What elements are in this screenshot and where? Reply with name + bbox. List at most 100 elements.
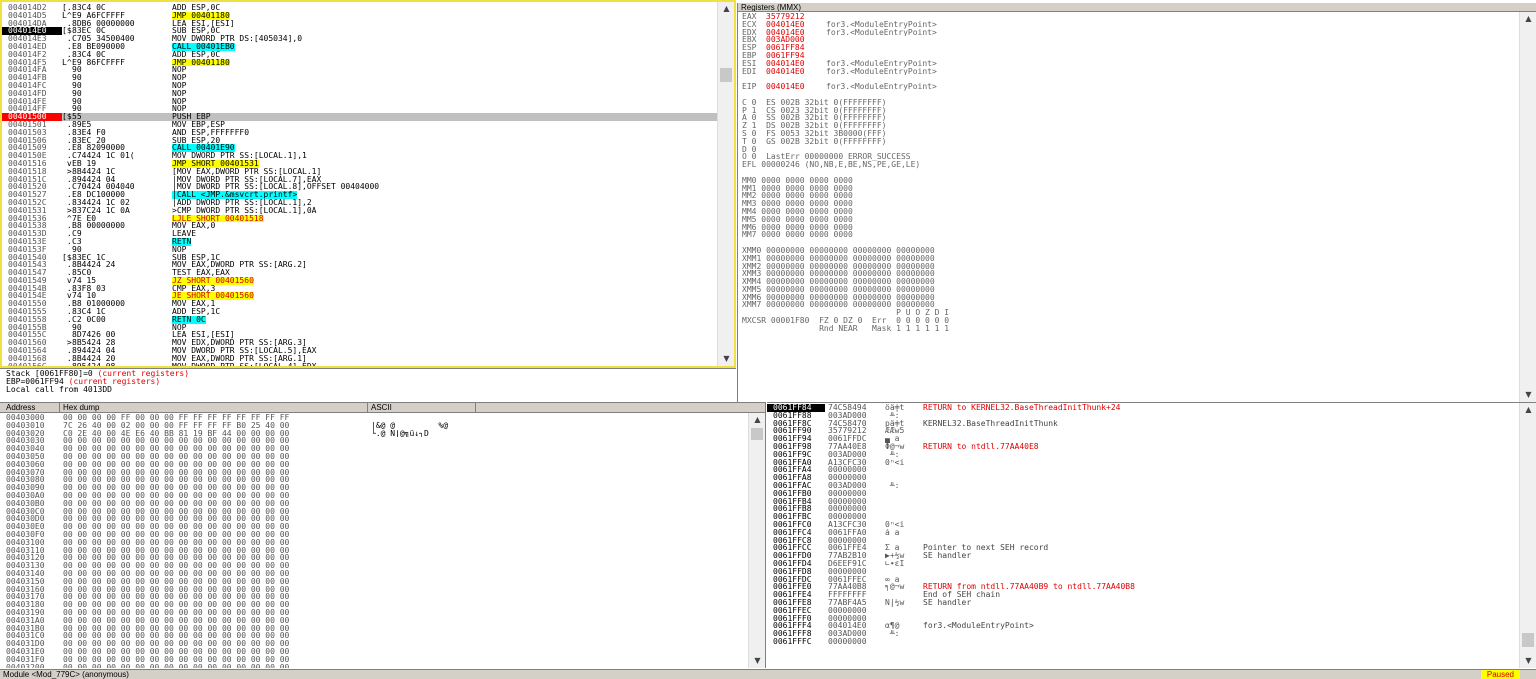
disasm-address[interactable]: 004014FD — [2, 90, 62, 98]
disasm-row[interactable]: 00401550 . B8 01000000 MOV EAX,1 — [2, 300, 717, 308]
disasm-address[interactable]: 004014E0 — [2, 27, 62, 36]
register-flag-row[interactable] — [742, 169, 1532, 177]
stack-value[interactable]: 77ABF4A5 — [825, 599, 885, 607]
register-row[interactable]: EDI 004014E0 for3.<ModuleEntryPoint> — [742, 68, 1532, 76]
dump-row[interactable]: 004030A0 00 00 00 00 00 00 00 00 00 00 00… — [0, 492, 748, 500]
stack-address[interactable]: 0061FF9C — [767, 451, 825, 459]
disasm-row[interactable]: 004014F5 L^ E9 86FCFFFF JMP 00401180 — [2, 58, 717, 67]
disasm-instruction-cell[interactable]: MOV EAX,1 — [172, 300, 717, 308]
scroll-up-icon[interactable]: ▲ — [749, 413, 765, 427]
dump-row[interactable]: 00403140 00 00 00 00 00 00 00 00 00 00 00… — [0, 570, 748, 578]
dump-ascii[interactable] — [368, 570, 371, 578]
disasm-row[interactable]: 0040150E . C74424 1C 01(MOV DWORD PTR SS:… — [2, 152, 717, 160]
register-flag-row[interactable]: C 0 ES 002B 32bit 0(FFFFFFFF) — [742, 99, 1532, 107]
disasm-instruction-cell[interactable]: PUSH EBP — [172, 113, 717, 121]
dump-address[interactable]: 00403120 — [0, 554, 60, 562]
disasm-instruction-cell[interactable]: LEA ESI,[ESI] — [172, 20, 717, 28]
disasm-address[interactable]: 00401509 — [2, 144, 62, 152]
dump-hex[interactable]: 00 00 00 00 00 00 00 00 00 00 00 00 00 0… — [60, 500, 368, 508]
disasm-instruction[interactable]: MOV DWORD PTR SS:[LOCAL.5],EAX — [172, 347, 317, 355]
dump-row[interactable]: 00403080 00 00 00 00 00 00 00 00 00 00 00… — [0, 476, 748, 484]
dump-address[interactable]: 004030A0 — [0, 492, 60, 500]
disasm-row[interactable]: 004014E0 [$ 83EC 0C SUB ESP,0C — [2, 27, 717, 36]
register-flag-row[interactable]: O 0 LastErr 00000000 ERROR_SUCCESS — [742, 153, 1532, 161]
register-row[interactable] — [742, 91, 1532, 99]
disasm-row[interactable]: 004014E3 . C705 34500400 MOV DWORD PTR DS:… — [2, 35, 717, 43]
dump-row[interactable]: 004030E0 00 00 00 00 00 00 00 00 00 00 00… — [0, 523, 748, 531]
dump-row[interactable]: 00403000 00 00 00 00 FF 00 00 00 FF FF FF… — [0, 414, 748, 422]
stack-value[interactable]: 00000000 — [825, 638, 885, 646]
dump-ascii[interactable] — [368, 437, 371, 445]
disasm-instruction-cell[interactable]: NOP — [172, 82, 717, 90]
dump-hex[interactable]: 00 00 00 00 00 00 00 00 00 00 00 00 00 0… — [60, 656, 368, 664]
dump-ascii[interactable] — [368, 476, 371, 484]
disasm-row[interactable]: 0040154E v 74 10 JE SHORT 00401560 — [2, 292, 717, 301]
disasm-row[interactable]: 0040153F 90 NOP — [2, 246, 717, 254]
stack-value[interactable]: 00000000 — [825, 466, 885, 474]
disasm-row[interactable]: 00401516 v EB 19 JMP SHORT 00401531 — [2, 159, 717, 168]
stack-value[interactable]: 35779212 — [825, 427, 885, 435]
disasm-row[interactable]: 00401500 [$ 55 PUSH EBP — [2, 113, 717, 121]
dump-address[interactable]: 004030F0 — [0, 531, 60, 539]
disasm-address[interactable]: 00401516 — [2, 160, 62, 168]
disasm-row[interactable]: 0040151C . 894424 04 |MOV DWORD PTR SS:[LO… — [2, 176, 717, 184]
dump-hex[interactable]: C0 2E 40 00 4E E6 40 BB 81 19 BF 44 00 0… — [60, 430, 368, 438]
disasm-instruction[interactable]: NOP — [172, 90, 186, 98]
disasm-instruction-cell[interactable]: MOV EAX,DWORD PTR SS:[ARG.1] — [172, 355, 717, 363]
stack-value[interactable]: 00000000 — [825, 490, 885, 498]
stack-row[interactable]: 0061FFA4 00000000 — [767, 466, 1519, 474]
dump-hex[interactable]: 00 00 00 00 00 00 00 00 00 00 00 00 00 0… — [60, 469, 368, 477]
stack-row[interactable]: 0061FF94 0061FFDC ▄ a — [767, 435, 1519, 443]
stack-row[interactable]: 0061FF84 74C58494 öä╪t RETURN to KERNEL32.B… — [767, 404, 1519, 412]
disasm-instruction-cell[interactable]: [MOV EAX,DWORD PTR SS:[LOCAL.1] — [172, 168, 717, 176]
disasm-row[interactable]: 0040152C . 834424 1C 02 |ADD DWORD PTR SS:… — [2, 199, 717, 207]
dump-hex[interactable]: 00 00 00 00 00 00 00 00 00 00 00 00 00 0… — [60, 593, 368, 601]
dump-col-ascii[interactable]: ASCII — [368, 403, 476, 412]
disasm-instruction-cell[interactable]: MOV DWORD PTR DS:[405034],0 — [172, 35, 717, 43]
disasm-address[interactable]: 00401564 — [2, 347, 62, 355]
dump-address[interactable]: 00403070 — [0, 469, 60, 477]
register-value[interactable]: 0061FF94 — [766, 52, 826, 60]
disasm-row[interactable]: 00401527 . E8 DC100000 |CALL <JMP.&msvcrt.… — [2, 191, 717, 199]
dump-ascii[interactable] — [368, 609, 371, 617]
stack-address[interactable]: 0061FFF4 — [767, 622, 825, 630]
dump-ascii[interactable] — [368, 500, 371, 508]
dump-address[interactable]: 00403110 — [0, 547, 60, 555]
stack-listing[interactable]: 0061FF84 74C58494 öä╪t RETURN to KERNEL32.B… — [767, 404, 1519, 646]
dump-row[interactable]: 00403200 00 00 00 00 00 00 00 00 00 00 00… — [0, 664, 748, 669]
dump-listing[interactable]: 00403000 00 00 00 00 FF 00 00 00 FF FF FF… — [0, 414, 748, 668]
disasm-address[interactable]: 00401520 — [2, 183, 62, 191]
dump-hex[interactable]: 00 00 00 00 00 00 00 00 00 00 00 00 00 0… — [60, 648, 368, 656]
disasm-instruction[interactable]: |MOV DWORD PTR SS:[LOCAL.8],OFFSET 00404… — [172, 183, 379, 191]
dump-address[interactable]: 004031F0 — [0, 656, 60, 664]
stack-value[interactable]: 74C58494 — [825, 404, 885, 412]
disasm-instruction[interactable]: PUSH EBP — [172, 113, 211, 121]
stack-row[interactable]: 0061FFD8 00000000 — [767, 568, 1519, 576]
disasm-instruction-cell[interactable]: CALL 00401EB0 — [172, 42, 717, 51]
disasm-address[interactable]: 004014FC — [2, 82, 62, 90]
disasm-address[interactable]: 0040153D — [2, 230, 62, 238]
stack-row[interactable]: 0061FFD4 D6EEF91C ∟∙εÍ — [767, 560, 1519, 568]
dump-row[interactable]: 00403040 00 00 00 00 00 00 00 00 00 00 00… — [0, 445, 748, 453]
disasm-instruction-cell[interactable]: ADD ESP,0C — [172, 51, 717, 59]
register-flag-row[interactable]: XMM7 00000000 00000000 00000000 00000000 — [742, 301, 1532, 309]
disasm-instruction[interactable]: SUB ESP,20 — [172, 137, 220, 145]
disasm-instruction[interactable]: NOP — [172, 98, 186, 106]
stack-address[interactable]: 0061FFE0 — [767, 583, 825, 591]
stack-value[interactable]: 0061FFE4 — [825, 544, 885, 552]
dump-address[interactable]: 00403040 — [0, 445, 60, 453]
dump-hex[interactable]: 00 00 00 00 00 00 00 00 00 00 00 00 00 0… — [60, 445, 368, 453]
disasm-instruction[interactable]: JZ SHORT 00401560 — [172, 276, 254, 285]
registers-header[interactable]: Registers (MMX) — [738, 3, 1536, 12]
disasm-row[interactable]: 004014DA . 8DB6 00000000 LEA ESI,[ESI] — [2, 20, 717, 28]
dump-hex[interactable]: 00 00 00 00 00 00 00 00 00 00 00 00 00 0… — [60, 664, 368, 669]
register-value[interactable]: 003AD000 — [766, 36, 826, 44]
stack-address[interactable]: 0061FFDC — [767, 576, 825, 584]
register-value[interactable]: 004014E0 — [766, 29, 826, 37]
disasm-instruction[interactable]: NOP — [172, 74, 186, 82]
dump-ascii[interactable] — [368, 461, 371, 469]
register-flag-row[interactable]: MM7 0000 0000 0000 0000 — [742, 231, 1532, 239]
disasm-instruction-cell[interactable]: |CALL <JMP.&msvcrt.printf> — [172, 191, 717, 199]
stack-row[interactable]: 0061FFF0 00000000 — [767, 615, 1519, 623]
stack-value[interactable]: 0061FFDC — [825, 435, 885, 443]
